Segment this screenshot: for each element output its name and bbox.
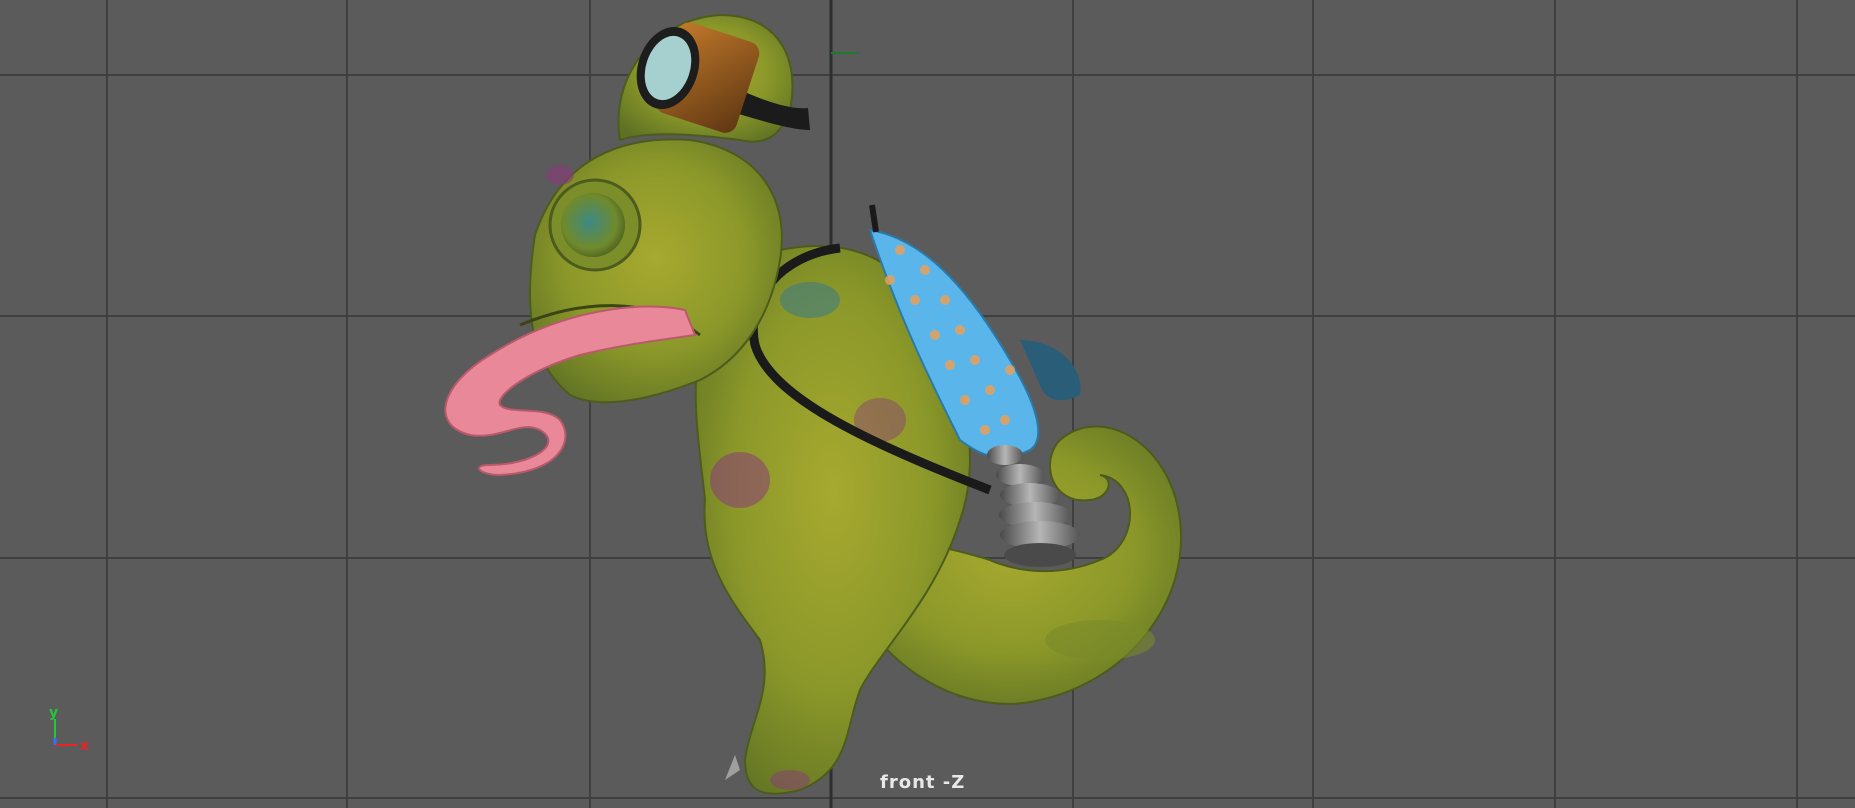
chameleon-model[interactable] xyxy=(0,0,1855,808)
viewport-front[interactable]: front -Z y x xyxy=(0,0,1855,808)
y-axis-label: y xyxy=(49,705,58,721)
x-axis-label: x xyxy=(80,738,89,754)
camera-name-label: front -Z xyxy=(880,772,966,793)
eye xyxy=(548,178,642,272)
axis-gizmo: y x xyxy=(49,705,89,754)
